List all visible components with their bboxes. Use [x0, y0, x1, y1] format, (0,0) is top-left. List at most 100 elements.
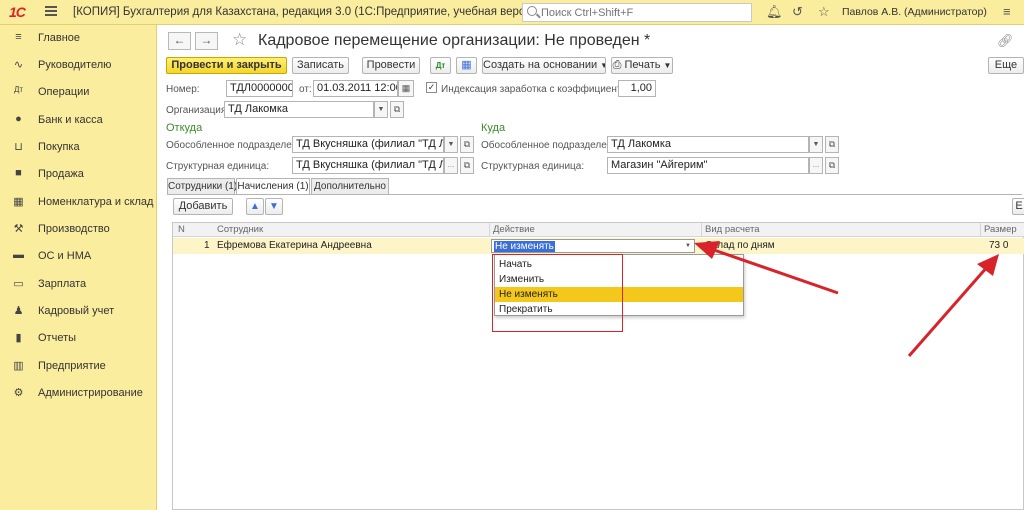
- global-search[interactable]: [522, 3, 752, 22]
- menu-icon: ≡: [15, 31, 22, 43]
- sidebar-item-label: Отчеты: [38, 332, 77, 344]
- sidebar-item-label: Кадровый учет: [38, 305, 115, 317]
- column-number[interactable]: N: [178, 224, 185, 235]
- tab-employees[interactable]: Сотрудники (1): [167, 178, 237, 195]
- column-employee[interactable]: Сотрудник: [217, 224, 263, 235]
- chevron-down-icon[interactable]: ▼: [444, 136, 458, 153]
- sidebar-item-manager[interactable]: ∿ Руководителю: [0, 54, 156, 78]
- sidebar-item-label: Главное: [38, 32, 81, 44]
- post-button[interactable]: Провести: [362, 57, 420, 74]
- sidebar-item-purchase[interactable]: ⊔ Покупка: [0, 136, 156, 160]
- favorite-star-icon[interactable]: ☆: [232, 30, 247, 50]
- action-cell-editor[interactable]: Не изменять ▼: [491, 239, 695, 253]
- amount-cell[interactable]: 73 0: [989, 240, 1008, 251]
- sidebar-item-label: Зарплата: [38, 278, 87, 290]
- link-icon[interactable]: 🔗︎: [997, 33, 1014, 49]
- more-table-button[interactable]: Е: [1012, 198, 1024, 215]
- open-icon[interactable]: ⧉: [460, 157, 474, 174]
- column-divider: [489, 223, 490, 237]
- add-row-button[interactable]: Добавить: [173, 198, 233, 215]
- chevron-down-icon: ▼: [600, 61, 605, 70]
- warehouse-icon: ▦: [13, 196, 24, 208]
- column-action[interactable]: Действие: [493, 224, 535, 235]
- chevron-down-icon[interactable]: ▼: [685, 243, 691, 249]
- to-unit-field[interactable]: Магазин "Айгерим": [607, 157, 809, 174]
- sidebar-item-hr[interactable]: ♟ Кадровый учет: [0, 300, 156, 324]
- open-icon[interactable]: ⧉: [825, 157, 839, 174]
- back-button[interactable]: ←: [168, 32, 191, 50]
- number-field[interactable]: ТДЛ00000007: [226, 80, 293, 97]
- coefficient-field[interactable]: 1,00: [618, 80, 656, 97]
- organization-label: Организация:: [166, 105, 230, 116]
- organization-field[interactable]: ТД Лакомка: [224, 101, 374, 118]
- from-unit-label: Структурная единица:: [166, 161, 270, 172]
- from-heading: Откуда: [166, 122, 203, 134]
- sidebar-item-label: ОС и НМА: [38, 250, 92, 262]
- sidebar-item-reports[interactable]: ▮ Отчеты: [0, 327, 156, 351]
- settings-menu-icon[interactable]: ≡: [1003, 4, 1011, 19]
- chevron-down-icon[interactable]: ▼: [374, 101, 388, 118]
- save-button[interactable]: Записать: [292, 57, 349, 74]
- sidebar-item-fixed-assets[interactable]: ▬ ОС и НМА: [0, 245, 156, 269]
- sidebar-item-warehouse[interactable]: ▦ Номенклатура и склад: [0, 191, 156, 215]
- chart-icon: ▮: [15, 332, 22, 344]
- favorites-star-icon[interactable]: ☆: [818, 4, 830, 20]
- app-title: [КОПИЯ] Бухгалтерия для Казахстана, реда…: [73, 6, 542, 18]
- sidebar-item-label: Администрирование: [38, 387, 143, 399]
- sections-sidebar: ≡ Главное ∿ Руководителю Дт Операции ● Б…: [0, 25, 157, 510]
- annotation-highlight-box: [492, 254, 623, 332]
- chevron-down-icon[interactable]: ▼: [809, 136, 823, 153]
- ledger-entries-icon[interactable]: Дт: [430, 57, 451, 74]
- open-icon[interactable]: ⧉: [390, 101, 404, 118]
- select-ellipsis-icon[interactable]: …: [444, 157, 458, 174]
- employee-cell[interactable]: Ефремова Екатерина Андреевна: [217, 240, 372, 251]
- to-division-field[interactable]: ТД Лакомка: [607, 136, 809, 153]
- from-division-field[interactable]: ТД Вкусняшка (филиал "ТД Лакомка"): [292, 136, 444, 153]
- sidebar-item-label: Банк и касса: [38, 114, 103, 126]
- from-unit-field[interactable]: ТД Вкусняшка (филиал "ТД Лакомка"): [292, 157, 444, 174]
- report-structure-icon[interactable]: ▦: [456, 57, 477, 74]
- sidebar-item-salary[interactable]: ▭ Зарплата: [0, 273, 156, 297]
- sidebar-item-administration[interactable]: ⚙ Администрирование: [0, 382, 156, 406]
- app-logo[interactable]: 1С: [9, 4, 26, 20]
- sidebar-item-sales[interactable]: ■ Продажа: [0, 163, 156, 187]
- chevron-down-icon: ▼: [663, 61, 672, 70]
- select-ellipsis-icon[interactable]: …: [809, 157, 823, 174]
- date-field[interactable]: 01.03.2011 12:00:00: [313, 80, 398, 97]
- open-icon[interactable]: ⧉: [460, 136, 474, 153]
- move-down-icon[interactable]: ▼: [265, 198, 283, 215]
- move-up-icon[interactable]: ▲: [246, 198, 264, 215]
- create-based-on-button[interactable]: Создать на основании▼: [482, 57, 606, 74]
- sidebar-item-operations[interactable]: Дт Операции: [0, 81, 156, 105]
- bell-icon[interactable]: 🔔︎: [766, 4, 783, 20]
- indexation-checkbox[interactable]: ✓: [426, 82, 437, 93]
- post-and-close-button[interactable]: Провести и закрыть: [166, 57, 287, 74]
- to-division-label: Обособленное подразделение:: [481, 140, 627, 151]
- print-label: Печать: [624, 59, 661, 71]
- sidebar-item-bank[interactable]: ● Банк и касса: [0, 109, 156, 133]
- column-calc-type[interactable]: Вид расчета: [705, 224, 759, 235]
- calc-type-cell[interactable]: Оклад по дням: [705, 240, 775, 251]
- cart-icon: ⊔: [14, 141, 23, 153]
- sidebar-item-main[interactable]: ≡ Главное: [0, 27, 156, 51]
- sidebar-item-production[interactable]: ⚒ Производство: [0, 218, 156, 242]
- sidebar-item-enterprise[interactable]: ▥ Предприятие: [0, 355, 156, 379]
- top-bar: 1С [КОПИЯ] Бухгалтерия для Казахстана, р…: [0, 0, 1024, 25]
- open-icon[interactable]: ⧉: [825, 136, 839, 153]
- production-icon: ⚒: [13, 223, 24, 235]
- from-division-label: Обособленное подразделение:: [166, 140, 312, 151]
- action-cell-value[interactable]: Не изменять: [494, 241, 555, 252]
- tab-accruals[interactable]: Начисления (1): [236, 178, 310, 195]
- search-input[interactable]: [541, 5, 746, 20]
- more-button[interactable]: Еще: [988, 57, 1024, 74]
- history-icon[interactable]: ↺: [792, 4, 803, 20]
- print-button[interactable]: ⎙ Печать ▼: [611, 57, 673, 74]
- column-divider: [980, 223, 981, 237]
- column-divider: [701, 223, 702, 237]
- current-user[interactable]: Павлов А.В. (Администратор): [842, 6, 987, 18]
- forward-button[interactable]: →: [195, 32, 218, 50]
- calendar-icon[interactable]: ▦: [398, 80, 414, 97]
- tab-additional[interactable]: Дополнительно: [311, 178, 389, 195]
- main-menu-icon[interactable]: [45, 6, 57, 16]
- column-amount[interactable]: Размер: [984, 224, 1017, 235]
